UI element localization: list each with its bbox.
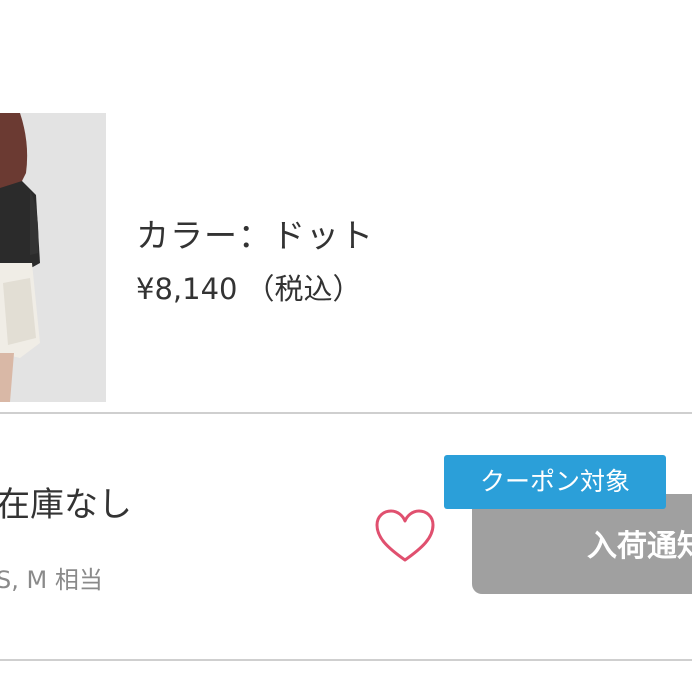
heart-icon	[375, 509, 435, 562]
coupon-badge: クーポン対象	[444, 455, 666, 509]
stock-status: 在庫なし	[0, 485, 132, 525]
divider	[0, 412, 692, 414]
price: ¥8,140	[136, 272, 238, 306]
restock-notify-button[interactable]: 入荷通知	[472, 494, 692, 594]
size-note: S, M 相当	[0, 566, 103, 594]
favorite-button[interactable]	[374, 508, 436, 564]
price-row: ¥8,140 （税込）	[136, 268, 374, 310]
product-photo-image	[0, 113, 106, 402]
product-photo[interactable]	[0, 113, 106, 402]
tax-note: （税込）	[245, 272, 362, 306]
color-label: カラー：ドット	[136, 216, 374, 255]
product-info: カラー：ドット ¥8,140 （税込）	[136, 212, 374, 310]
divider	[0, 659, 692, 661]
restock-notify-label: 入荷通知	[587, 529, 692, 564]
